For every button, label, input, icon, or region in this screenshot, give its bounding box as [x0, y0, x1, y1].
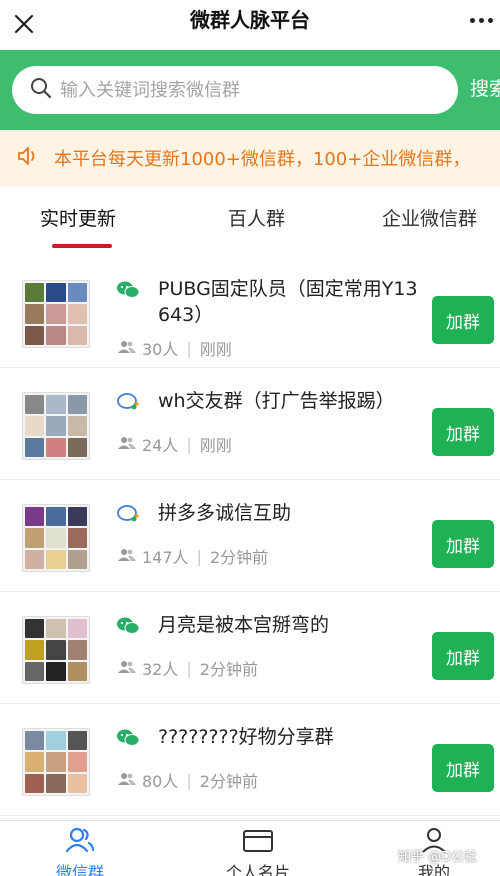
- search-icon: [30, 77, 52, 103]
- update-time: 2分钟前: [199, 660, 258, 679]
- members-icon: [118, 547, 136, 566]
- join-group-button[interactable]: 加群: [432, 296, 494, 344]
- update-time: 2分钟前: [199, 772, 258, 791]
- member-count: 24人: [142, 436, 179, 455]
- group-title: 月亮是被本宫掰弯的: [158, 614, 330, 636]
- member-count: 147人: [142, 548, 189, 567]
- group-title: wh交友群（打广告举报踢）: [158, 390, 395, 412]
- bottom-tab-card[interactable]: 个人名片: [208, 827, 308, 876]
- speaker-icon: [16, 145, 40, 171]
- wecom-icon: [116, 504, 140, 524]
- member-count: 30人: [142, 340, 179, 359]
- category-tabs: 实时更新 百人群 企业微信群: [0, 186, 500, 250]
- bottom-tab-label: 微信群: [55, 863, 104, 876]
- people-icon: [65, 827, 95, 857]
- join-group-button[interactable]: 加群: [432, 408, 494, 456]
- tab-hundred[interactable]: 百人群: [228, 204, 285, 231]
- tab-enterprise[interactable]: 企业微信群: [382, 204, 477, 231]
- watermark: 知乎 @D公社: [398, 850, 478, 865]
- update-time: 刚刚: [199, 340, 232, 359]
- active-tab-indicator: [52, 244, 112, 248]
- meta-divider: |: [186, 338, 192, 358]
- search-band: 搜索: [0, 50, 500, 130]
- members-icon: [118, 771, 136, 790]
- list-item[interactable]: PUBG固定队员（固定常用Y13643） 30人 | 刚刚 加群: [0, 256, 500, 368]
- wecom-icon: [116, 392, 140, 412]
- page-title: 微群人脉平台: [190, 8, 310, 32]
- group-list: PUBG固定队员（固定常用Y13643） 30人 | 刚刚 加群 wh交友群（打…: [0, 256, 500, 816]
- group-title: 拼多多诚信互助: [158, 502, 292, 524]
- list-item[interactable]: 拼多多诚信互助 147人 | 2分钟前 加群: [0, 480, 500, 592]
- members-icon: [118, 659, 136, 678]
- group-avatar: [22, 504, 90, 572]
- list-item[interactable]: wh交友群（打广告举报踢） 24人 | 刚刚 加群: [0, 368, 500, 480]
- top-nav-bar: 微群人脉平台: [0, 0, 500, 50]
- wechat-icon: [116, 728, 140, 748]
- members-icon: [118, 435, 136, 454]
- meta-divider: |: [196, 546, 202, 566]
- more-icon[interactable]: [470, 10, 500, 30]
- group-avatar: [22, 728, 90, 796]
- bottom-tab-label: 个人名片: [225, 863, 290, 876]
- search-box[interactable]: [12, 66, 458, 114]
- group-avatar: [22, 392, 90, 460]
- join-group-button[interactable]: 加群: [432, 520, 494, 568]
- member-count: 32人: [142, 660, 179, 679]
- search-button[interactable]: 搜索: [470, 74, 500, 101]
- join-group-button[interactable]: 加群: [432, 744, 494, 792]
- group-meta: 147人 | 2分钟前: [118, 544, 268, 568]
- group-meta: 80人 | 2分钟前: [118, 768, 258, 792]
- group-meta: 24人 | 刚刚: [118, 432, 232, 456]
- update-time: 2分钟前: [209, 548, 269, 567]
- member-count: 80人: [142, 772, 179, 791]
- meta-divider: |: [186, 434, 192, 454]
- notice-bar: 本平台每天更新1000+微信群，100+企业微信群，: [0, 130, 500, 186]
- bottom-tab-groups[interactable]: 微信群: [30, 827, 130, 876]
- update-time: 刚刚: [199, 436, 232, 455]
- group-meta: 30人 | 刚刚: [118, 336, 232, 360]
- list-item[interactable]: ????????好物分享群 80人 | 2分钟前 加群: [0, 704, 500, 816]
- group-avatar: [22, 280, 90, 348]
- group-title: ????????好物分享群: [158, 726, 334, 748]
- group-avatar: [22, 616, 90, 684]
- group-title: PUBG固定队员（固定常用Y13643）: [158, 278, 418, 326]
- wechat-icon: [116, 616, 140, 636]
- search-input[interactable]: [60, 79, 440, 101]
- join-group-button[interactable]: 加群: [432, 632, 494, 680]
- card-icon: [242, 830, 274, 857]
- meta-divider: |: [186, 770, 192, 790]
- members-icon: [118, 339, 136, 358]
- group-meta: 32人 | 2分钟前: [118, 656, 258, 680]
- notice-text: 本平台每天更新1000+微信群，100+企业微信群，: [54, 149, 471, 170]
- list-item[interactable]: 月亮是被本宫掰弯的 32人 | 2分钟前 加群: [0, 592, 500, 704]
- tab-realtime[interactable]: 实时更新: [40, 204, 116, 231]
- meta-divider: |: [186, 658, 192, 678]
- wechat-icon: [116, 280, 140, 300]
